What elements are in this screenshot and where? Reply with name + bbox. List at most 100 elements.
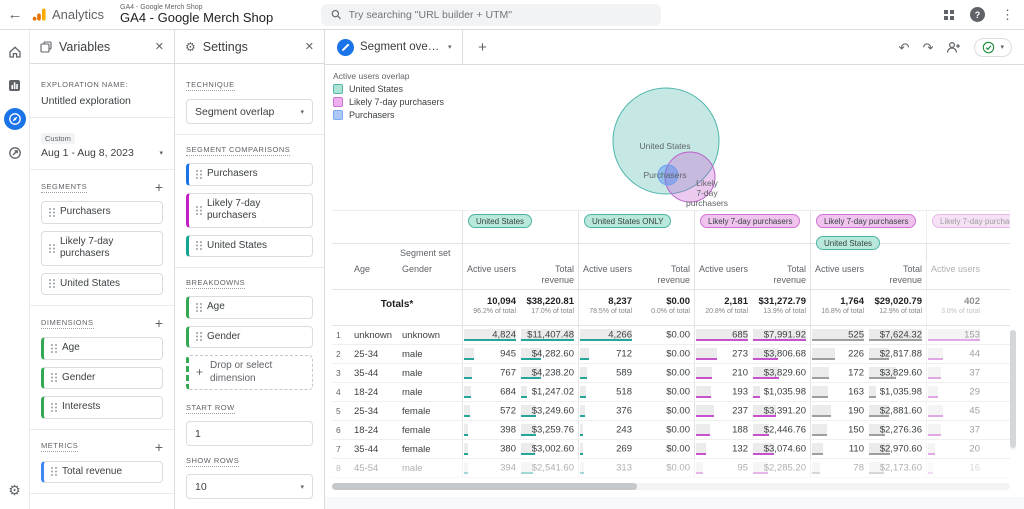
help-icon[interactable]: ? bbox=[970, 7, 985, 22]
breakdown-item[interactable]: Age bbox=[186, 296, 313, 319]
drag-handle-icon[interactable] bbox=[51, 344, 53, 346]
dimension-item[interactable]: Gender bbox=[41, 367, 163, 390]
search-input[interactable] bbox=[349, 9, 652, 21]
start-row-input[interactable]: 1 bbox=[186, 421, 313, 446]
column-header-metric[interactable]: Total revenue bbox=[636, 262, 694, 289]
add-tab-button[interactable]: + bbox=[463, 30, 503, 64]
drag-handle-icon[interactable] bbox=[196, 303, 198, 305]
search-bar[interactable] bbox=[321, 4, 661, 26]
drag-handle-icon[interactable] bbox=[196, 206, 198, 208]
cell-value: 313 bbox=[616, 463, 632, 474]
cell-age: 25-34 bbox=[352, 349, 400, 360]
property-switcher[interactable]: GA4 - Google Merch Shop GA4 - Google Mer… bbox=[120, 4, 273, 25]
drag-handle-icon[interactable] bbox=[196, 241, 198, 243]
drag-handle-icon[interactable] bbox=[49, 279, 51, 281]
segment-comparison-item[interactable]: United States bbox=[186, 235, 313, 258]
table-row[interactable]: 618-24female398$3,259.76243$0.00188$2,44… bbox=[332, 421, 1010, 440]
overflow-menu-icon[interactable]: ⋮ bbox=[1001, 7, 1014, 23]
segment-chip[interactable]: Likely 7-day purchasers bbox=[816, 214, 916, 228]
horizontal-scrollbar-thumb[interactable] bbox=[332, 483, 637, 490]
table-row[interactable]: 845-54male394$2,541.60313$0.0095$2,285.2… bbox=[332, 459, 1010, 478]
table-row[interactable]: 735-44female380$3,002.60269$0.00132$3,07… bbox=[332, 440, 1010, 459]
venn-diagram[interactable]: United States Purchasers Likely 7-day pu… bbox=[595, 70, 830, 220]
column-header-metric[interactable]: Active users bbox=[926, 262, 984, 289]
export-status-button[interactable]: ▾ bbox=[974, 38, 1012, 57]
segment-item[interactable]: Purchasers bbox=[41, 201, 163, 224]
add-metric-button[interactable]: + bbox=[155, 440, 163, 454]
segment-chip[interactable]: Likely 7-day purchasers bbox=[700, 214, 800, 228]
nav-explore-icon[interactable] bbox=[4, 108, 26, 130]
admin-gear-icon[interactable]: ⚙ bbox=[8, 482, 21, 499]
segment-overlap-table: United States United States ONLY Likely 7-… bbox=[332, 210, 1010, 480]
horizontal-scrollbar[interactable] bbox=[332, 483, 1010, 490]
drag-handle-icon[interactable] bbox=[196, 332, 198, 334]
nav-advertising-icon[interactable] bbox=[5, 143, 25, 163]
apps-grid-icon[interactable] bbox=[944, 10, 954, 20]
column-header-metric[interactable]: Total revenue bbox=[868, 262, 926, 289]
cell-value: 767 bbox=[500, 368, 516, 379]
breakdowns-label: BREAKDOWNS bbox=[186, 278, 245, 289]
table-row[interactable]: 335-44male767$4,238.20589$0.00210$3,829.… bbox=[332, 364, 1010, 383]
table-row[interactable]: 1unknownunknown4,824$11,407.484,266$0.00… bbox=[332, 326, 1010, 345]
column-header-metric[interactable] bbox=[984, 262, 1010, 289]
nav-rail: ⚙ bbox=[0, 30, 30, 509]
column-header-metric[interactable]: Active users bbox=[462, 262, 520, 289]
cell-bar bbox=[928, 424, 941, 437]
cell-bar bbox=[696, 405, 714, 418]
add-dimension-button[interactable]: + bbox=[155, 316, 163, 330]
column-header-age[interactable]: Age bbox=[352, 262, 400, 289]
add-segment-button[interactable]: + bbox=[155, 180, 163, 194]
dimension-item[interactable]: Age bbox=[41, 337, 163, 360]
drag-handle-icon[interactable] bbox=[196, 170, 198, 172]
breakdown-drop-zone[interactable]: +Drop or select dimension bbox=[186, 355, 313, 390]
date-range-picker[interactable]: Custom Aug 1 - Aug 8, 2023 ▾ bbox=[41, 128, 163, 159]
metrics-label: METRICS bbox=[41, 441, 78, 452]
column-header-metric[interactable]: Active users bbox=[694, 262, 752, 289]
segment-comparison-item[interactable]: Purchasers bbox=[186, 163, 313, 186]
segment-chip[interactable]: United States ONLY bbox=[584, 214, 671, 228]
drag-handle-icon[interactable] bbox=[51, 373, 53, 375]
settings-close-icon[interactable]: ✕ bbox=[305, 40, 314, 53]
segment-item[interactable]: Likely 7-day purchasers bbox=[41, 231, 163, 266]
share-users-icon[interactable] bbox=[946, 41, 961, 54]
metric-cell: $3,829.60 bbox=[868, 364, 926, 382]
metric-item[interactable]: Total revenue bbox=[41, 461, 163, 484]
back-icon[interactable]: ← bbox=[6, 6, 24, 23]
cell-value: 518 bbox=[616, 387, 632, 398]
breakdown-item[interactable]: Gender bbox=[186, 326, 313, 349]
drag-handle-icon[interactable] bbox=[51, 403, 53, 405]
cell-value: 376 bbox=[616, 406, 632, 417]
column-header-metric[interactable]: Active users bbox=[810, 262, 868, 289]
column-header-gender[interactable]: Gender bbox=[400, 262, 462, 289]
dimension-item[interactable]: Interests bbox=[41, 396, 163, 419]
vertical-scrollbar[interactable] bbox=[1010, 330, 1016, 450]
undo-icon[interactable]: ↶ bbox=[899, 41, 910, 54]
analytics-brand[interactable]: Analytics bbox=[32, 7, 104, 22]
drag-handle-icon[interactable] bbox=[49, 244, 51, 246]
vertical-scrollbar-thumb[interactable] bbox=[1010, 330, 1016, 448]
redo-icon[interactable]: ↷ bbox=[923, 41, 934, 54]
cell-bar bbox=[812, 405, 831, 418]
table-row[interactable]: 418-24male684$1,247.02518$0.00193$1,035.… bbox=[332, 383, 1010, 402]
variables-close-icon[interactable]: ✕ bbox=[155, 40, 164, 53]
cell-value: $3,259.76 bbox=[532, 425, 574, 436]
metric-cell: $0.00 bbox=[636, 326, 694, 344]
drag-handle-icon[interactable] bbox=[51, 467, 53, 469]
segment-comparison-item[interactable]: Likely 7-day purchasers bbox=[186, 193, 313, 228]
show-rows-select[interactable]: 10 ▾ bbox=[186, 474, 313, 499]
drag-handle-icon[interactable] bbox=[49, 208, 51, 210]
segment-chip[interactable]: United States bbox=[468, 214, 532, 228]
column-header-metric[interactable]: Active users bbox=[578, 262, 636, 289]
column-header-metric[interactable]: Total revenue bbox=[752, 262, 810, 289]
segment-item[interactable]: United States bbox=[41, 273, 163, 296]
table-row[interactable]: 525-34female572$3,249.60376$0.00237$3,39… bbox=[332, 402, 1010, 421]
tab-segment-overlap[interactable]: Segment overlap ▾ bbox=[325, 30, 463, 64]
nav-reports-icon[interactable] bbox=[5, 75, 25, 95]
technique-select[interactable]: Segment overlap ▾ bbox=[186, 99, 313, 124]
segment-chip[interactable]: Likely 7-day purchasers bbox=[932, 214, 1010, 228]
column-header-metric[interactable]: Total revenue bbox=[520, 262, 578, 289]
nav-home-icon[interactable] bbox=[5, 42, 25, 62]
exploration-name-block[interactable]: EXPLORATION NAME: Untitled exploration bbox=[41, 74, 163, 107]
table-row[interactable]: 225-34male945$4,282.60712$0.00273$3,806.… bbox=[332, 345, 1010, 364]
row-number: 4 bbox=[332, 387, 352, 397]
